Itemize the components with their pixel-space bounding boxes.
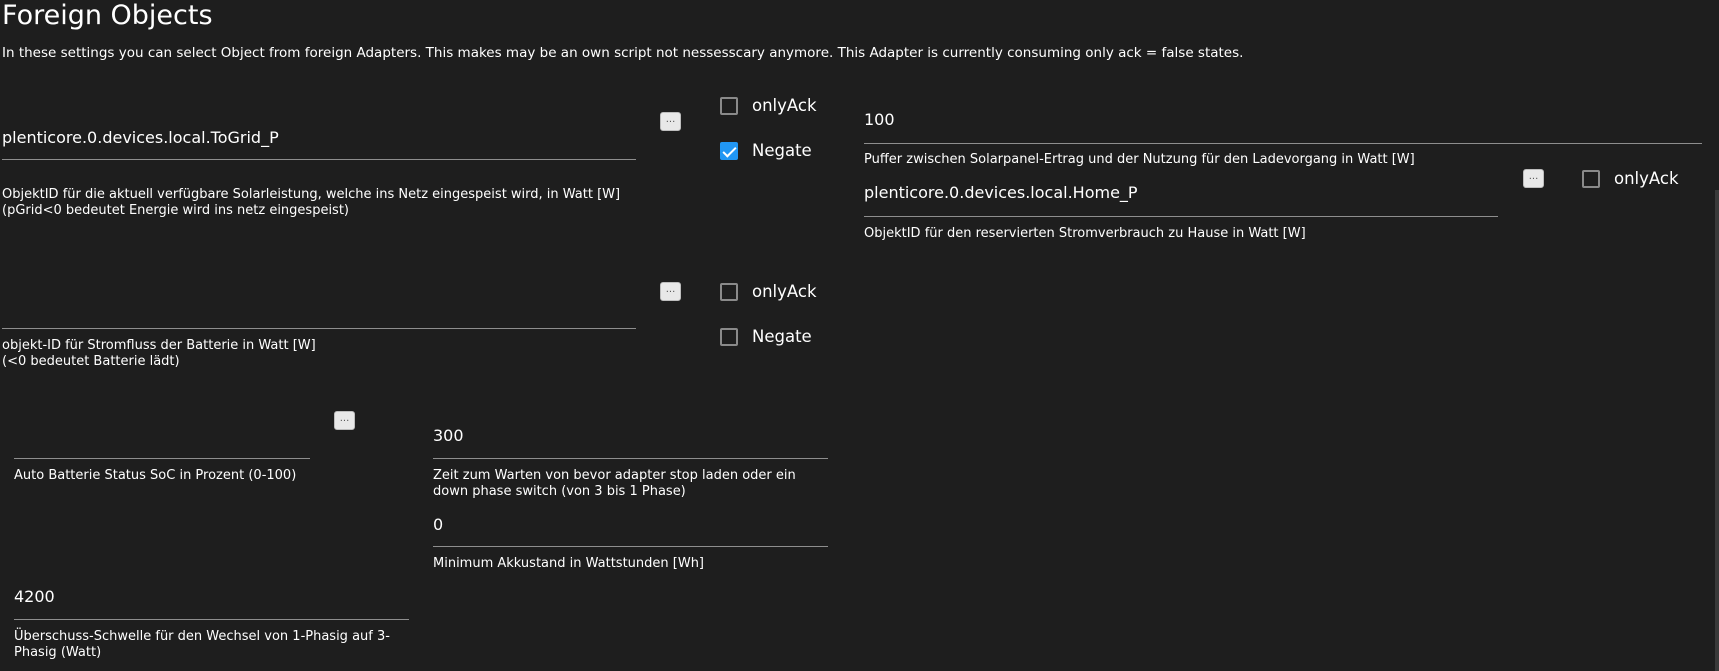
wait-time-underline — [433, 458, 828, 459]
home-power-onlyack-label: onlyAck — [1614, 169, 1679, 188]
battery-power-underline — [2, 328, 636, 329]
home-power-underline — [864, 216, 1498, 217]
home-power-helper: ObjektID für den reservierten Stromverbr… — [864, 226, 1306, 241]
car-soc-select-button[interactable]: ... — [334, 411, 355, 430]
min-battery-field[interactable]: 0 Minimum Akkustand in Wattstunden [Wh] — [433, 515, 828, 575]
grid-power-onlyack-checkbox[interactable]: onlyAck — [720, 96, 817, 115]
home-power-onlyack-checkbox[interactable]: onlyAck — [1582, 169, 1679, 188]
car-soc-underline — [14, 458, 310, 459]
battery-power-onlyack-box[interactable] — [720, 282, 738, 301]
grid-power-negate-label: Negate — [752, 141, 812, 160]
car-soc-field[interactable]: Auto Batterie Status SoC in Prozent (0-1… — [14, 430, 310, 490]
min-battery-helper: Minimum Akkustand in Wattstunden [Wh] — [433, 556, 705, 571]
grid-power-field[interactable]: plenticore.0.devices.local.ToGrid_P Obje… — [2, 120, 636, 230]
wait-time-input[interactable]: 300 — [433, 426, 464, 446]
page-description: In these settings you can select Object … — [2, 45, 1244, 61]
home-power-input[interactable]: plenticore.0.devices.local.Home_P — [864, 183, 1138, 203]
phase-threshold-field[interactable]: 4200 Überschuss-Schwelle für den Wechsel… — [14, 587, 409, 667]
foreign-objects-panel: Foreign Objects In these settings you ca… — [0, 0, 1719, 671]
battery-power-onlyack-label: onlyAck — [752, 282, 817, 301]
battery-power-field[interactable]: objekt-ID für Stromfluss der Batterie in… — [2, 300, 636, 375]
vertical-scrollbar[interactable] — [1715, 190, 1719, 671]
battery-power-select-button[interactable]: ... — [660, 282, 681, 301]
grid-power-underline — [2, 159, 636, 160]
min-battery-underline — [433, 546, 828, 547]
buffer-underline — [864, 143, 1702, 144]
phase-threshold-helper: Überschuss-Schwelle für den Wechsel von … — [14, 629, 390, 660]
min-battery-input[interactable]: 0 — [433, 515, 443, 535]
grid-power-negate-box[interactable] — [720, 141, 738, 160]
car-soc-helper: Auto Batterie Status SoC in Prozent (0-1… — [14, 468, 297, 483]
phase-threshold-underline — [14, 619, 409, 620]
home-power-field[interactable]: plenticore.0.devices.local.Home_P Objekt… — [864, 183, 1498, 243]
phase-threshold-input[interactable]: 4200 — [14, 587, 55, 607]
battery-power-negate-box[interactable] — [720, 327, 738, 346]
grid-power-select-button[interactable]: ... — [660, 112, 681, 131]
grid-power-negate-checkbox[interactable]: Negate — [720, 141, 812, 160]
home-power-select-button[interactable]: ... — [1523, 169, 1544, 188]
battery-power-onlyack-checkbox[interactable]: onlyAck — [720, 282, 817, 301]
page-title: Foreign Objects — [2, 0, 213, 31]
grid-power-input[interactable]: plenticore.0.devices.local.ToGrid_P — [2, 128, 279, 148]
wait-time-field[interactable]: 300 Zeit zum Warten von bevor adapter st… — [433, 426, 828, 506]
buffer-field[interactable]: 100 Puffer zwischen Solarpanel-Ertrag un… — [864, 110, 1702, 170]
home-power-onlyack-box[interactable] — [1582, 169, 1600, 188]
wait-time-helper: Zeit zum Warten von bevor adapter stop l… — [433, 468, 796, 499]
battery-power-negate-label: Negate — [752, 327, 812, 346]
grid-power-onlyack-box[interactable] — [720, 96, 738, 115]
grid-power-onlyack-label: onlyAck — [752, 96, 817, 115]
battery-power-negate-checkbox[interactable]: Negate — [720, 327, 812, 346]
buffer-helper: Puffer zwischen Solarpanel-Ertrag und de… — [864, 152, 1415, 167]
battery-power-helper-line1: objekt-ID für Stromfluss der Batterie in… — [2, 338, 316, 353]
grid-power-helper: ObjektID für die aktuell verfügbare Sola… — [2, 187, 621, 218]
battery-power-helper-line2: (<0 bedeutet Batterie lädt) — [2, 354, 180, 369]
buffer-input[interactable]: 100 — [864, 110, 895, 130]
